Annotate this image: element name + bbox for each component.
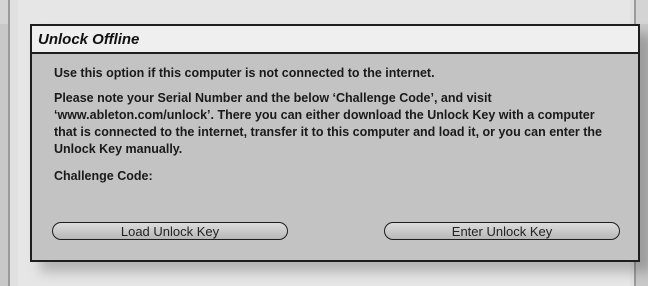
- challenge-code-label: Challenge Code:: [54, 169, 153, 183]
- enter-unlock-key-button[interactable]: Enter Unlock Key: [384, 222, 620, 240]
- offline-info-text: Use this option if this computer is not …: [54, 66, 435, 80]
- button-row: Load Unlock Key Enter Unlock Key: [52, 222, 620, 240]
- dialog-title: Unlock Offline: [38, 30, 140, 48]
- dialog-body: Use this option if this computer is not …: [32, 54, 638, 185]
- unlock-offline-dialog: Unlock Offline Use this option if this c…: [30, 24, 640, 262]
- instructions-text: Please note your Serial Number and the b…: [54, 91, 602, 156]
- dialog-titlebar: Unlock Offline: [32, 26, 638, 54]
- load-unlock-key-button[interactable]: Load Unlock Key: [52, 222, 288, 240]
